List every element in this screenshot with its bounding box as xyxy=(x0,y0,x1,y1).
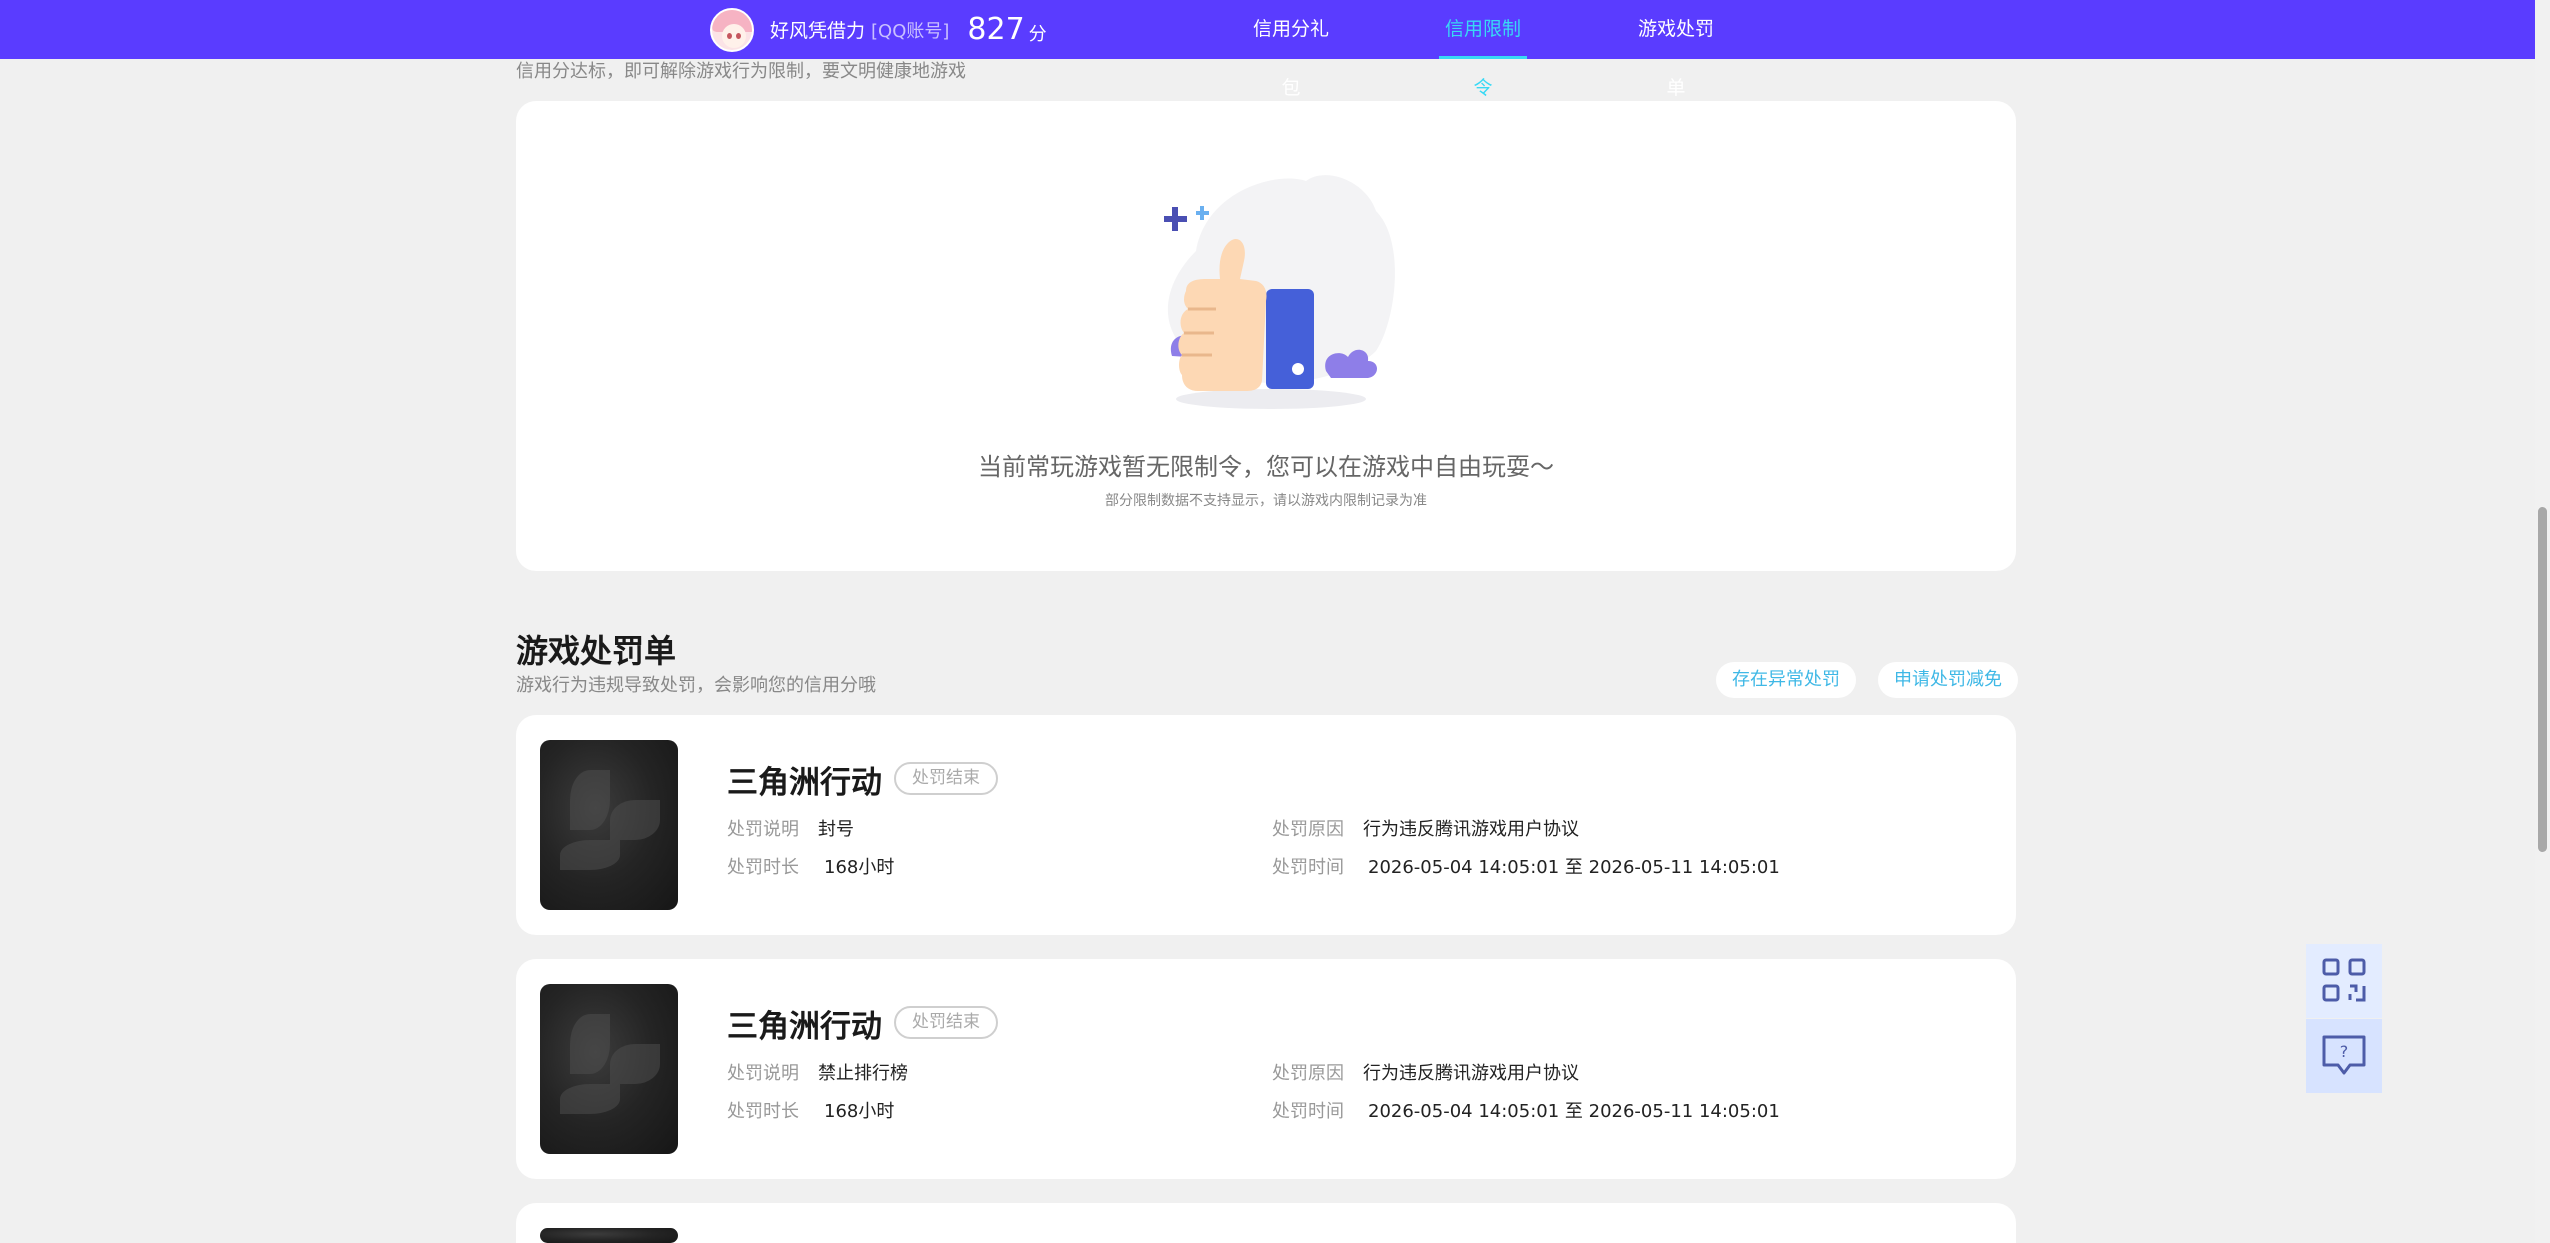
penalty-desc-value: 禁止排行榜 xyxy=(818,1063,908,1084)
qr-code-icon xyxy=(2322,958,2366,1002)
penalty-duration-label: 处罚时长 xyxy=(727,857,799,878)
status-badge: 处罚结束 xyxy=(894,1006,998,1039)
tab-credit-gift[interactable]: 信用分礼包 xyxy=(1247,0,1335,99)
help-chat-icon: ? xyxy=(2322,1035,2366,1075)
penalty-reason-value: 行为违反腾讯游戏用户协议 xyxy=(1363,819,1579,840)
top-nav-bar: 好风凭借力 [QQ账号] 827 分 信用分礼包 信用限制令 游戏处罚单 xyxy=(0,0,2535,99)
penalty-section-subtitle: 游戏行为违规导致处罚，会影响您的信用分哦 xyxy=(516,675,876,696)
svg-text:?: ? xyxy=(2340,1042,2349,1061)
restriction-subtitle: 信用分达标，即可解除游戏行为限制，要文明健康地游戏 xyxy=(516,61,966,82)
penalty-section-title: 游戏处罚单 xyxy=(516,632,677,670)
penalty-time-label: 处罚时间 xyxy=(1272,857,1344,878)
empty-message: 当前常玩游戏暂无限制令，您可以在游戏中自由玩耍～ xyxy=(978,453,1554,481)
game-cover-image xyxy=(540,740,678,910)
abnormal-penalty-button[interactable]: 存在异常处罚 xyxy=(1716,662,1856,698)
penalty-card[interactable]: 三角洲行动 处罚结束 处罚说明 禁止排行榜 处罚时长 168小时 处罚原因 行为… xyxy=(516,959,2016,1179)
empty-note: 部分限制数据不支持显示，请以游戏内限制记录为准 xyxy=(1105,493,1427,509)
credit-score: 827 xyxy=(967,12,1025,47)
restriction-empty-card: 当前常玩游戏暂无限制令，您可以在游戏中自由玩耍～ 部分限制数据不支持显示，请以游… xyxy=(516,101,2016,571)
status-badge: 处罚结束 xyxy=(894,762,998,795)
penalty-duration-label: 处罚时长 xyxy=(727,1101,799,1122)
penalty-reduction-button[interactable]: 申请处罚减免 xyxy=(1878,662,2018,698)
avatar[interactable] xyxy=(710,7,754,52)
game-cover-image xyxy=(540,1228,678,1243)
account-type: [QQ账号] xyxy=(871,20,950,42)
penalty-time-value: 2026-05-04 14:05:01 至 2026-05-11 14:05:0… xyxy=(1368,1101,1780,1122)
penalty-desc-value: 封号 xyxy=(818,819,854,840)
penalty-time-label: 处罚时间 xyxy=(1272,1101,1344,1122)
penalty-desc-label: 处罚说明 xyxy=(727,1063,799,1084)
penalty-reason-label: 处罚原因 xyxy=(1272,819,1344,840)
penalty-reason-label: 处罚原因 xyxy=(1272,1063,1344,1084)
credit-score-unit: 分 xyxy=(1028,23,1047,45)
penalty-duration-value: 168小时 xyxy=(824,857,895,878)
qr-code-button[interactable] xyxy=(2306,944,2382,1018)
penalty-reason-value: 行为违反腾讯游戏用户协议 xyxy=(1363,1063,1579,1084)
scrollbar-thumb[interactable] xyxy=(2538,507,2547,852)
penalty-time-value: 2026-05-04 14:05:01 至 2026-05-11 14:05:0… xyxy=(1368,857,1780,878)
tab-game-penalty[interactable]: 游戏处罚单 xyxy=(1632,0,1720,99)
game-name: 三角洲行动 xyxy=(727,1009,882,1045)
penalty-desc-label: 处罚说明 xyxy=(727,819,799,840)
user-name: 好风凭借力 xyxy=(770,20,866,42)
user-info: 好风凭借力 [QQ账号] 827 分 xyxy=(710,6,1047,53)
feedback-button[interactable]: ? xyxy=(2306,1019,2382,1093)
game-cover-image xyxy=(540,984,678,1154)
penalty-card[interactable]: 三角洲行动 处罚结束 处罚说明 封号 处罚时长 168小时 处罚原因 行为违反腾… xyxy=(516,715,2016,935)
game-name: 三角洲行动 xyxy=(727,765,882,801)
penalty-duration-value: 168小时 xyxy=(824,1101,895,1122)
thumbs-up-illustration xyxy=(1164,175,1395,409)
penalty-card[interactable] xyxy=(516,1203,2016,1243)
tab-credit-restriction[interactable]: 信用限制令 xyxy=(1439,0,1527,99)
